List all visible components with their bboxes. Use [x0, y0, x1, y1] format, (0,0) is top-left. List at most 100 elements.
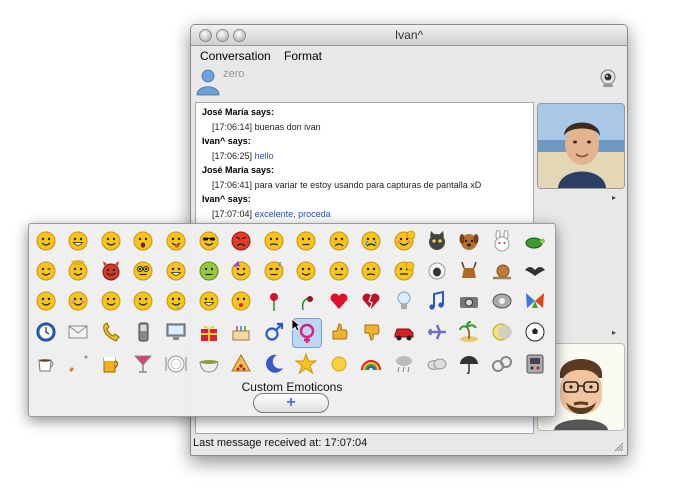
- handcuffs-emoticon-icon[interactable]: [491, 353, 513, 375]
- embarrassed-emoticon-icon[interactable]: [393, 230, 415, 252]
- heart-emoticon-icon[interactable]: [328, 290, 350, 312]
- svg-text:z: z: [278, 261, 282, 268]
- plate-emoticon-icon[interactable]: [165, 353, 187, 375]
- webcam-icon[interactable]: [599, 69, 617, 89]
- music-note-emoticon-icon[interactable]: [426, 290, 448, 312]
- plane-emoticon-icon[interactable]: [426, 321, 448, 343]
- pizza-emoticon-icon[interactable]: [230, 353, 252, 375]
- broken-heart-emoticon-icon[interactable]: [360, 290, 382, 312]
- drool-emoticon-icon[interactable]: [165, 290, 187, 312]
- camera-emoticon-icon[interactable]: [458, 290, 480, 312]
- rolling-emoticon-icon[interactable]: [198, 290, 220, 312]
- chat-message: [17:06:41] para variar te estoy usando p…: [212, 180, 481, 190]
- teeth-emoticon-icon[interactable]: [165, 260, 187, 282]
- side-arrow-icon[interactable]: ▸: [612, 328, 616, 337]
- wilted-rose-emoticon-icon[interactable]: [295, 290, 317, 312]
- umbrella-emoticon-icon[interactable]: [458, 353, 480, 375]
- cat-emoticon-icon[interactable]: [426, 230, 448, 252]
- cake-emoticon-icon[interactable]: [230, 321, 252, 343]
- add-custom-emoticon-button[interactable]: +: [253, 393, 329, 413]
- message-timestamp: [17:06:25]: [212, 150, 253, 161]
- cocktail-emoticon-icon[interactable]: [132, 353, 154, 375]
- neutral-emoticon-icon[interactable]: [295, 230, 317, 252]
- dog-emoticon-icon[interactable]: [458, 230, 480, 252]
- sleepy-emoticon-icon[interactable]: z: [263, 260, 285, 282]
- bunny-emoticon-icon[interactable]: [491, 230, 513, 252]
- buddy-person-icon[interactable]: [195, 68, 221, 96]
- message-text: para variar te estoy usando para captura…: [254, 179, 482, 190]
- clock-emoticon-icon[interactable]: [35, 321, 57, 343]
- angel-emoticon-icon[interactable]: [67, 260, 89, 282]
- chat-sender: José María says:: [202, 107, 275, 117]
- menu-format[interactable]: Format: [284, 49, 322, 63]
- chat-message: [17:07:04] excelente, proceda: [212, 209, 331, 219]
- message-timestamp: [17:06:41]: [212, 179, 253, 190]
- thumbs-down-emoticon-icon[interactable]: [360, 321, 382, 343]
- message-text: buenas don ivan: [254, 121, 321, 132]
- eyeroll-emoticon-icon[interactable]: [100, 290, 122, 312]
- wink-emoticon-icon[interactable]: [35, 260, 57, 282]
- soccer-ball-emoticon-icon[interactable]: [524, 321, 546, 343]
- gamepad-emoticon-icon[interactable]: [524, 353, 546, 375]
- boy-emoticon-icon[interactable]: [263, 321, 285, 343]
- message-timestamp: [17:07:04]: [212, 208, 253, 219]
- bat-emoticon-icon[interactable]: [524, 260, 546, 282]
- laugh-emoticon-icon[interactable]: [35, 290, 57, 312]
- sun-emoticon-icon[interactable]: [328, 353, 350, 375]
- moon-eclipse-emoticon-icon[interactable]: [491, 321, 513, 343]
- lightbulb-emoticon-icon[interactable]: [393, 290, 415, 312]
- thinking-emoticon-icon[interactable]: [295, 260, 317, 282]
- sarcastic-emoticon-icon[interactable]: [360, 260, 382, 282]
- sad-emoticon-icon[interactable]: [328, 230, 350, 252]
- title-bar[interactable]: Ivan^: [191, 25, 627, 46]
- devil-emoticon-icon[interactable]: [100, 260, 122, 282]
- sheep-emoticon-icon[interactable]: [426, 260, 448, 282]
- mobile-emoticon-icon[interactable]: [132, 321, 154, 343]
- rain-emoticon-icon[interactable]: [393, 353, 415, 375]
- moon-emoticon-icon[interactable]: [263, 353, 285, 375]
- gift-emoticon-icon[interactable]: [198, 321, 220, 343]
- island-emoticon-icon[interactable]: [458, 321, 480, 343]
- phone-emoticon-icon[interactable]: [100, 321, 122, 343]
- shush-emoticon-icon[interactable]: [328, 260, 350, 282]
- beer-emoticon-icon[interactable]: [100, 353, 122, 375]
- chat-message: [17:06:14] buenas don ivan: [212, 122, 321, 132]
- bowl-emoticon-icon[interactable]: [198, 353, 220, 375]
- star-emoticon-icon[interactable]: [295, 353, 317, 375]
- blush-emoticon-icon[interactable]: [67, 290, 89, 312]
- crying-emoticon-icon[interactable]: [360, 230, 382, 252]
- goat-emoticon-icon[interactable]: [458, 260, 480, 282]
- grin-emoticon-icon[interactable]: [67, 230, 89, 252]
- turtle-emoticon-icon[interactable]: [524, 230, 546, 252]
- menu-conversation[interactable]: Conversation: [200, 49, 271, 63]
- envelope-emoticon-icon[interactable]: [67, 321, 89, 343]
- thumbs-up-emoticon-icon[interactable]: [328, 321, 350, 343]
- coffee-emoticon-icon[interactable]: [35, 353, 57, 375]
- happy-emoticon-icon[interactable]: [100, 230, 122, 252]
- sunglasses-emoticon-icon[interactable]: [198, 230, 220, 252]
- computer-emoticon-icon[interactable]: [165, 321, 187, 343]
- surprised-emoticon-icon[interactable]: [132, 230, 154, 252]
- angry-emoticon-icon[interactable]: [230, 230, 252, 252]
- cloud-emoticon-icon[interactable]: [426, 353, 448, 375]
- secret-emoticon-icon[interactable]: [393, 260, 415, 282]
- car-emoticon-icon[interactable]: [393, 321, 415, 343]
- nerd-emoticon-icon[interactable]: [132, 260, 154, 282]
- cigarette-emoticon-icon[interactable]: [67, 353, 89, 375]
- shifty-emoticon-icon[interactable]: [132, 290, 154, 312]
- butterfly-emoticon-icon[interactable]: [524, 290, 546, 312]
- chat-message: [17:06:25] hello: [212, 151, 274, 161]
- smile-emoticon-icon[interactable]: [35, 230, 57, 252]
- film-emoticon-icon[interactable]: [491, 290, 513, 312]
- tongue-out-emoticon-icon[interactable]: [165, 230, 187, 252]
- party-emoticon-icon[interactable]: [230, 260, 252, 282]
- sick-emoticon-icon[interactable]: [198, 260, 220, 282]
- message-text: excelente, proceda: [254, 208, 331, 219]
- confused-emoticon-icon[interactable]: [263, 230, 285, 252]
- resize-grip-icon[interactable]: [613, 441, 624, 452]
- rainbow-emoticon-icon[interactable]: [360, 353, 382, 375]
- kiss-emoticon-icon[interactable]: [230, 290, 252, 312]
- rose-emoticon-icon[interactable]: [263, 290, 285, 312]
- snail-emoticon-icon[interactable]: [491, 260, 513, 282]
- photo-arrow-icon[interactable]: ▸: [612, 193, 616, 202]
